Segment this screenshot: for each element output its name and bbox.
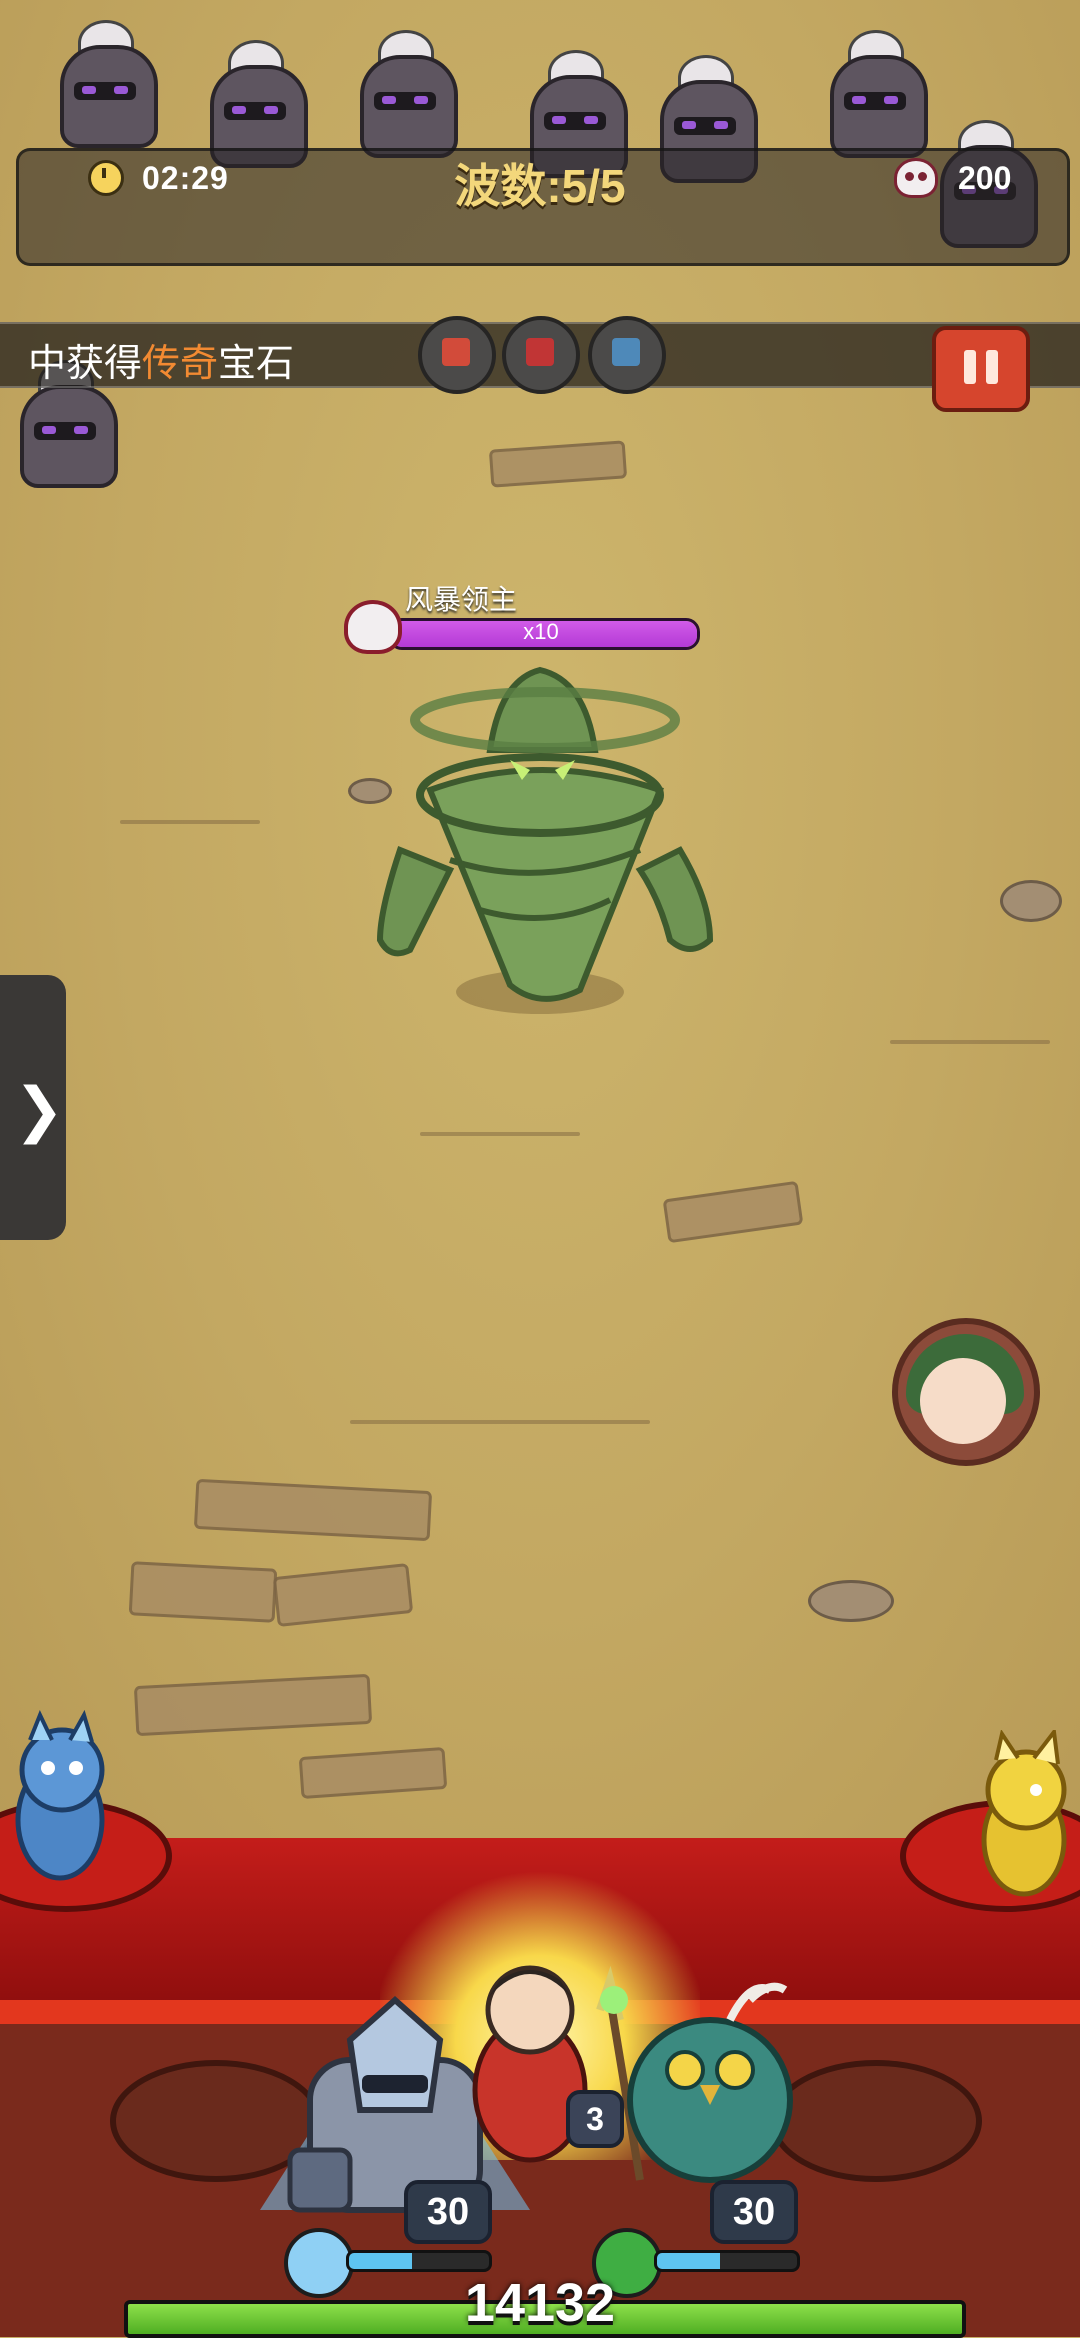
notification-suffix: 宝石 xyxy=(218,343,295,385)
tornado-boss xyxy=(376,666,714,1014)
ground-crack xyxy=(420,1132,580,1136)
hero-energy-bar xyxy=(346,2250,492,2272)
rock xyxy=(1000,880,1062,922)
skull-icon xyxy=(894,158,938,198)
hero-energy-bar xyxy=(654,2250,800,2272)
rock xyxy=(808,1580,894,1622)
wood-plank xyxy=(272,1563,414,1627)
chevron-right-icon: ❯ xyxy=(14,1076,65,1143)
wood-plank xyxy=(193,1478,433,1542)
buff-icon-magnet[interactable] xyxy=(418,316,496,394)
buff-icon-boot[interactable] xyxy=(588,316,666,394)
hero-level-badge: 30 xyxy=(404,2180,492,2244)
notification-highlight: 传奇 xyxy=(142,343,219,385)
blue-dragon-pet[interactable] xyxy=(0,1710,130,1910)
wood-plank xyxy=(128,1561,278,1623)
wood-plank xyxy=(662,1180,804,1244)
hero-energy-fill xyxy=(349,2253,412,2269)
hero-level-badge: 30 xyxy=(710,2180,798,2244)
buff-icon-shield[interactable] xyxy=(502,316,580,394)
notification-text: 中获得传奇宝石 xyxy=(28,332,294,387)
gold-dragon-pet[interactable] xyxy=(966,1730,1080,1910)
ground-crack xyxy=(350,1420,650,1424)
side-panel-toggle[interactable]: ❯ xyxy=(0,975,66,1240)
ally-portrait[interactable] xyxy=(892,1318,1040,1466)
hero-energy-fill xyxy=(657,2253,720,2269)
boss-name: 风暴领主 xyxy=(405,584,518,615)
wood-plank xyxy=(488,440,628,488)
kill-count: 200 xyxy=(958,160,1012,196)
notification-prefix: 中获得 xyxy=(28,343,143,385)
ground-crack xyxy=(890,1040,1050,1044)
ground-crack xyxy=(120,820,260,824)
pause-button[interactable] xyxy=(932,326,1030,412)
base-hp-value: 14132 xyxy=(464,2273,616,2333)
wood-plank xyxy=(298,1746,448,1800)
hero-level-badge: 3 xyxy=(566,2090,624,2148)
owl-druid-hero[interactable] xyxy=(580,1960,830,2200)
wood-plank xyxy=(133,1673,373,1737)
